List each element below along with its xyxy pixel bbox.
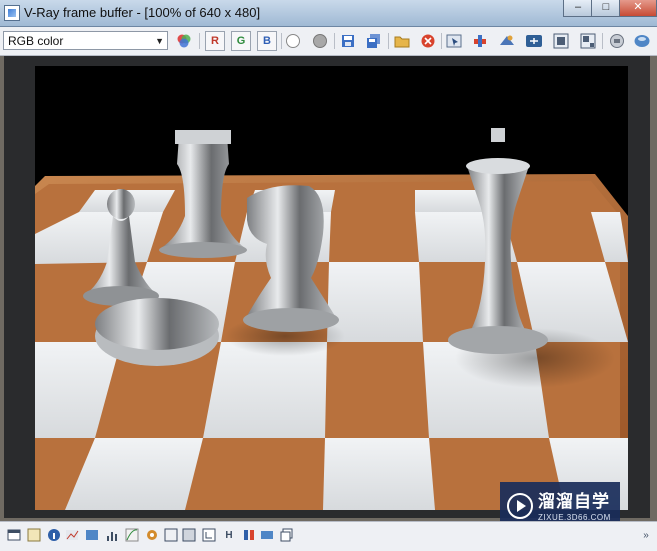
curves-icon[interactable] [124, 527, 140, 543]
clear-image-icon[interactable] [418, 31, 438, 51]
play-logo-icon [507, 493, 533, 519]
info-icon[interactable] [26, 527, 42, 543]
status-bar: H » [0, 521, 657, 551]
expand-icon[interactable]: » [638, 527, 654, 543]
title-bar: V-Ray frame buffer - [100% of 640 x 480]… [0, 0, 657, 27]
green-channel-icon[interactable]: G [231, 31, 251, 51]
levels-icon[interactable] [64, 527, 80, 543]
red-channel-label: R [211, 35, 219, 47]
toggle-panel-icon[interactable] [6, 527, 22, 543]
save-all-icon[interactable] [364, 31, 384, 51]
channel-select-value: RGB color [8, 34, 64, 48]
color-clamp-icon[interactable] [524, 31, 544, 51]
load-image-icon[interactable] [392, 31, 412, 51]
show-history-icon[interactable] [578, 31, 598, 51]
region-render-icon[interactable] [497, 31, 517, 51]
track-mouse-icon[interactable] [444, 31, 464, 51]
toolbar-separator [199, 33, 200, 49]
compare-icon[interactable] [241, 527, 257, 543]
history-icon[interactable] [201, 527, 217, 543]
green-channel-label: G [236, 35, 246, 47]
toolbar-separator [281, 33, 282, 49]
copy-icon[interactable] [279, 527, 295, 543]
display-correction-icon[interactable] [163, 527, 179, 543]
settings-icon[interactable] [144, 527, 160, 543]
watermark-title: 溜溜自学 [538, 492, 610, 511]
toolbar: RGB color ▼ R G B [0, 27, 657, 56]
pixel-info-icon[interactable] [46, 527, 62, 543]
close-button[interactable]: ✕ [619, 0, 657, 17]
red-channel-icon[interactable]: R [205, 31, 225, 51]
lut-icon[interactable] [84, 527, 100, 543]
srgb-icon[interactable] [181, 527, 197, 543]
blue-channel-icon[interactable]: B [257, 31, 277, 51]
white-circle-icon[interactable] [283, 31, 303, 51]
stamp-icon[interactable] [259, 527, 275, 543]
compare-ab-icon[interactable] [632, 31, 652, 51]
h-icon[interactable]: H [221, 527, 237, 543]
window-title: V-Ray frame buffer - [100% of 640 x 480] [24, 5, 261, 20]
toolbar-separator [441, 33, 442, 49]
histogram-icon[interactable] [104, 527, 120, 543]
color-wheel-icon[interactable] [174, 31, 194, 51]
minimize-button[interactable]: – [563, 0, 593, 17]
stop-render-icon[interactable] [607, 31, 627, 51]
channel-select[interactable]: RGB color ▼ [3, 31, 168, 50]
toolbar-separator [334, 33, 335, 49]
save-image-icon[interactable] [338, 31, 358, 51]
link-to-vfb-icon[interactable] [470, 31, 490, 51]
blue-channel-label: B [263, 35, 271, 47]
chevron-down-icon: ▼ [155, 36, 164, 46]
maximize-button[interactable]: □ [591, 0, 621, 17]
toolbar-separator [602, 33, 603, 49]
gray-circle-icon[interactable] [310, 31, 330, 51]
rendered-image [35, 66, 628, 510]
render-last-icon[interactable] [551, 31, 571, 51]
vray-app-icon [4, 5, 20, 21]
toolbar-separator [388, 33, 389, 49]
